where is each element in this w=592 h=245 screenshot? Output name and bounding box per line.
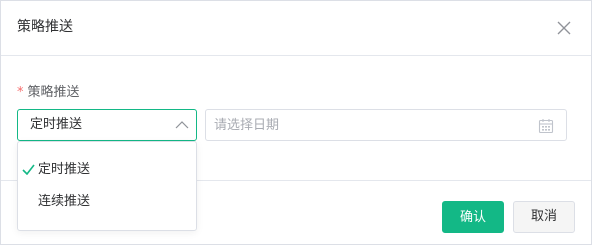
- select-value: 定时推送: [30, 117, 83, 132]
- date-picker[interactable]: [205, 109, 567, 141]
- close-button[interactable]: [553, 17, 575, 39]
- option-label: 定时推送: [38, 162, 91, 177]
- push-type-select[interactable]: 定时推送: [17, 109, 197, 141]
- chevron-up-icon: [175, 121, 189, 129]
- calendar-icon: [538, 119, 554, 134]
- strategy-push-dialog: 策略推送 * 策略推送 定时推送 请选择日期 确认 取消 定时推送 连续推送: [0, 0, 592, 245]
- check-icon: [22, 164, 35, 175]
- cancel-button[interactable]: 取消: [513, 201, 575, 233]
- select-dropdown: 定时推送 连续推送: [17, 141, 197, 231]
- date-input[interactable]: [214, 115, 524, 135]
- dialog-header: 策略推送: [1, 1, 591, 56]
- dropdown-option-continuous[interactable]: 连续推送: [18, 187, 196, 217]
- close-icon: [557, 21, 571, 35]
- required-mark: *: [17, 85, 24, 100]
- confirm-button[interactable]: 确认: [442, 201, 504, 233]
- dropdown-option-scheduled[interactable]: 定时推送: [18, 155, 196, 185]
- option-label: 连续推送: [38, 194, 91, 209]
- form-label-text: 策略推送: [27, 85, 80, 100]
- form-label: * 策略推送: [17, 84, 80, 102]
- dialog-title: 策略推送: [17, 19, 73, 35]
